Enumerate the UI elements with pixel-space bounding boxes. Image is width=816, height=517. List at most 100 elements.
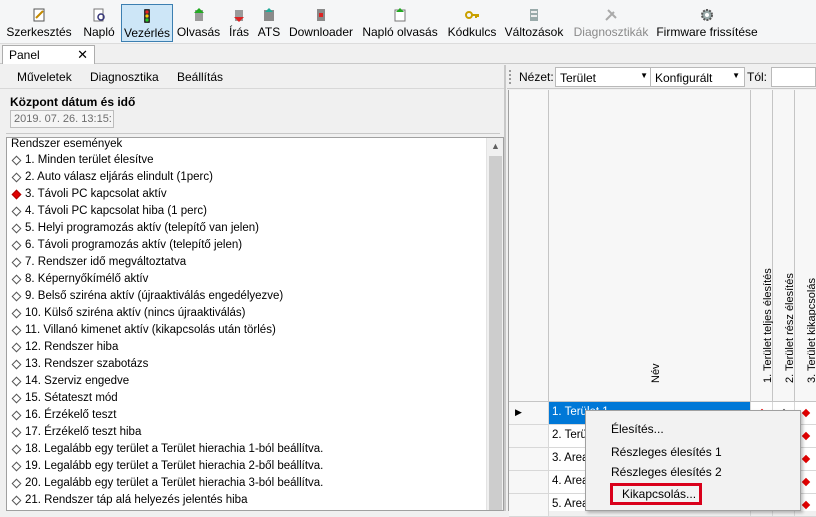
grid-header-col3[interactable]: 3. Terület kikapcsolás <box>795 90 816 402</box>
list-item-label: 8. Képernyőkímélő aktív <box>25 273 148 285</box>
grid-header-col3-label: 3. Terület kikapcsolás <box>806 278 816 383</box>
valtozasok-label: Változások <box>505 25 564 39</box>
list-item[interactable]: 13. Rendszer szabotázs <box>11 355 148 372</box>
document-tabstrip: Panel ✕ <box>0 44 816 64</box>
status-indicator-icon <box>11 325 20 334</box>
row-header[interactable] <box>509 425 549 448</box>
list-item[interactable]: 21. Rendszer táp alá helyezés jelentés h… <box>11 491 247 508</box>
firmware-button[interactable]: Firmware frissítése <box>657 4 757 42</box>
list-item[interactable]: 16. Érzékelő teszt <box>11 406 116 423</box>
scroll-up-icon[interactable]: ▲ <box>487 138 504 155</box>
list-item[interactable]: 18. Legalább egy terület a Terület hiera… <box>11 440 323 457</box>
grid-header-col2-label: 2. Terület rész élesítés <box>784 273 796 383</box>
szerkesztes-button[interactable]: Szerkesztés <box>4 4 74 42</box>
status-marker-icon <box>802 501 810 509</box>
olvasas-button[interactable]: Olvasás <box>177 4 220 42</box>
config-select-value: Konfigurált <box>655 71 712 85</box>
list-item[interactable]: 14. Szerviz engedve <box>11 372 129 389</box>
view-bar: Nézet: Terület ▼ Konfigurált ▼ Tól: <box>507 65 816 89</box>
kodkulcs-button[interactable]: Kódkulcs <box>446 4 498 42</box>
valtozasok-button[interactable]: Változások <box>504 4 564 42</box>
list-item[interactable]: 8. Képernyőkímélő aktív <box>11 270 148 287</box>
naplo-olvasas-button[interactable]: Napló olvasás <box>362 4 438 42</box>
datetime-field[interactable]: 2019. 07. 26. 13:15: <box>10 110 114 128</box>
ats-icon <box>261 7 277 23</box>
config-select[interactable]: Konfigurált ▼ <box>650 67 745 87</box>
status-indicator-icon <box>11 393 20 402</box>
status-indicator-icon <box>11 240 20 249</box>
status-indicator-icon <box>11 274 20 283</box>
list-item-label: 6. Távoli programozás aktív (telepítő je… <box>25 239 242 251</box>
status-indicator-icon <box>11 308 20 317</box>
list-item[interactable]: 2. Auto válasz eljárás elindult (1perc) <box>11 168 213 185</box>
events-scrollbar[interactable]: ▲ <box>486 138 503 510</box>
grid-header-col1[interactable]: 1. Terület teljes élesítés <box>751 90 773 402</box>
list-item[interactable]: 19. Legalább egy terület a Terület hiera… <box>11 457 323 474</box>
list-item[interactable]: 4. Távoli PC kapcsolat hiba (1 perc) <box>11 202 207 219</box>
iras-button[interactable]: Írás <box>227 4 251 42</box>
ctx-reszleges-elesites-1[interactable]: Részleges élesítés 1 <box>611 441 722 463</box>
naplo-label: Napló <box>83 25 114 39</box>
menu-beallitas[interactable]: Beállítás <box>177 70 223 84</box>
datetime-panel: Központ dátum és idő 2019. 07. 26. 13:15… <box>6 90 500 134</box>
menu-diagnosztika[interactable]: Diagnosztika <box>90 70 159 84</box>
list-item[interactable]: 9. Belső sziréna aktív (újraaktiválás en… <box>11 287 283 304</box>
row-header[interactable] <box>509 471 549 494</box>
downloader-icon <box>313 7 329 23</box>
status-indicator-icon <box>11 342 20 351</box>
list-item[interactable]: 11. Villanó kimenet aktív (kikapcsolás u… <box>11 321 276 338</box>
status-indicator-icon <box>11 461 20 470</box>
context-menu: Élesítés... Részleges élesítés 1 Részleg… <box>585 410 801 511</box>
view-select[interactable]: Terület ▼ <box>555 67 653 87</box>
status-marker-icon <box>802 478 810 486</box>
row-header[interactable] <box>509 494 549 517</box>
ctx-elesites[interactable]: Élesítés... <box>611 418 664 440</box>
list-item[interactable]: 20. Legalább egy terület a Terület hiera… <box>11 474 323 491</box>
vezerles-button[interactable]: Vezérlés <box>121 4 173 42</box>
grid-header-name[interactable]: Név <box>549 90 751 402</box>
list-item[interactable]: 10. Külső sziréna aktív (nincs újraaktiv… <box>11 304 246 321</box>
list-item[interactable]: 7. Rendszer idő megváltoztatva <box>11 253 186 270</box>
list-item-label: 20. Legalább egy terület a Terület hiera… <box>25 477 323 489</box>
list-item[interactable]: 6. Távoli programozás aktív (telepítő je… <box>11 236 242 253</box>
ctx-reszleges-elesites-2[interactable]: Részleges élesítés 2 <box>611 461 722 483</box>
list-item[interactable]: 15. Sétateszt mód <box>11 389 118 406</box>
scrollbar-thumb[interactable] <box>489 156 502 510</box>
list-item-label: 19. Legalább egy terület a Terület hiera… <box>25 460 323 472</box>
diagnosztikak-button[interactable]: Diagnosztikák <box>571 4 651 42</box>
vezerles-label: Vezérlés <box>124 26 170 40</box>
list-item-label: 7. Rendszer idő megváltoztatva <box>25 256 186 268</box>
list-item[interactable]: 12. Rendszer hiba <box>11 338 118 355</box>
downloader-button[interactable]: Downloader <box>288 4 354 42</box>
grid-header-col1-label: 1. Terület teljes élesítés <box>762 268 774 383</box>
tab-panel[interactable]: Panel ✕ <box>2 45 95 64</box>
view-select-value: Terület <box>560 71 596 85</box>
ats-button[interactable]: ATS <box>256 4 282 42</box>
iras-label: Írás <box>229 25 249 39</box>
pane-splitter[interactable] <box>504 65 506 511</box>
row-header[interactable]: ▶ <box>509 402 549 425</box>
naplo-button[interactable]: Napló <box>80 4 118 42</box>
grid-header-col2[interactable]: 2. Terület rész élesítés <box>773 90 795 402</box>
status-indicator-icon <box>11 223 20 232</box>
list-item-label: 12. Rendszer hiba <box>25 341 118 353</box>
system-events-list: Rendszer események 1. Minden terület éle… <box>6 137 504 511</box>
list-item[interactable]: 1. Minden terület élesítve <box>11 151 154 168</box>
row-header[interactable] <box>509 448 549 471</box>
ctx-kikapcsolas[interactable]: Kikapcsolás... <box>610 483 702 505</box>
main-toolbar: Szerkesztés Napló Vezérlés Olvasás Írás … <box>0 0 816 44</box>
list-item[interactable]: 17. Érzékelő teszt hiba <box>11 423 141 440</box>
chevron-down-icon: ▼ <box>732 71 740 80</box>
status-indicator-icon <box>11 291 20 300</box>
kodkulcs-label: Kódkulcs <box>448 25 497 39</box>
list-item[interactable]: 3. Távoli PC kapcsolat aktív <box>11 185 167 202</box>
list-item-label: 16. Érzékelő teszt <box>25 409 116 421</box>
changes-icon <box>526 7 542 23</box>
list-item[interactable]: 5. Helyi programozás aktív (telepítő van… <box>11 219 259 236</box>
list-item-label: 18. Legalább egy terület a Terület hiera… <box>25 443 323 455</box>
menu-muveletek[interactable]: Műveletek <box>17 70 72 84</box>
ats-label: ATS <box>258 25 280 39</box>
left-menu-bar: Műveletek Diagnosztika Beállítás <box>0 65 504 89</box>
close-icon[interactable]: ✕ <box>77 47 88 63</box>
from-field[interactable] <box>771 67 816 87</box>
